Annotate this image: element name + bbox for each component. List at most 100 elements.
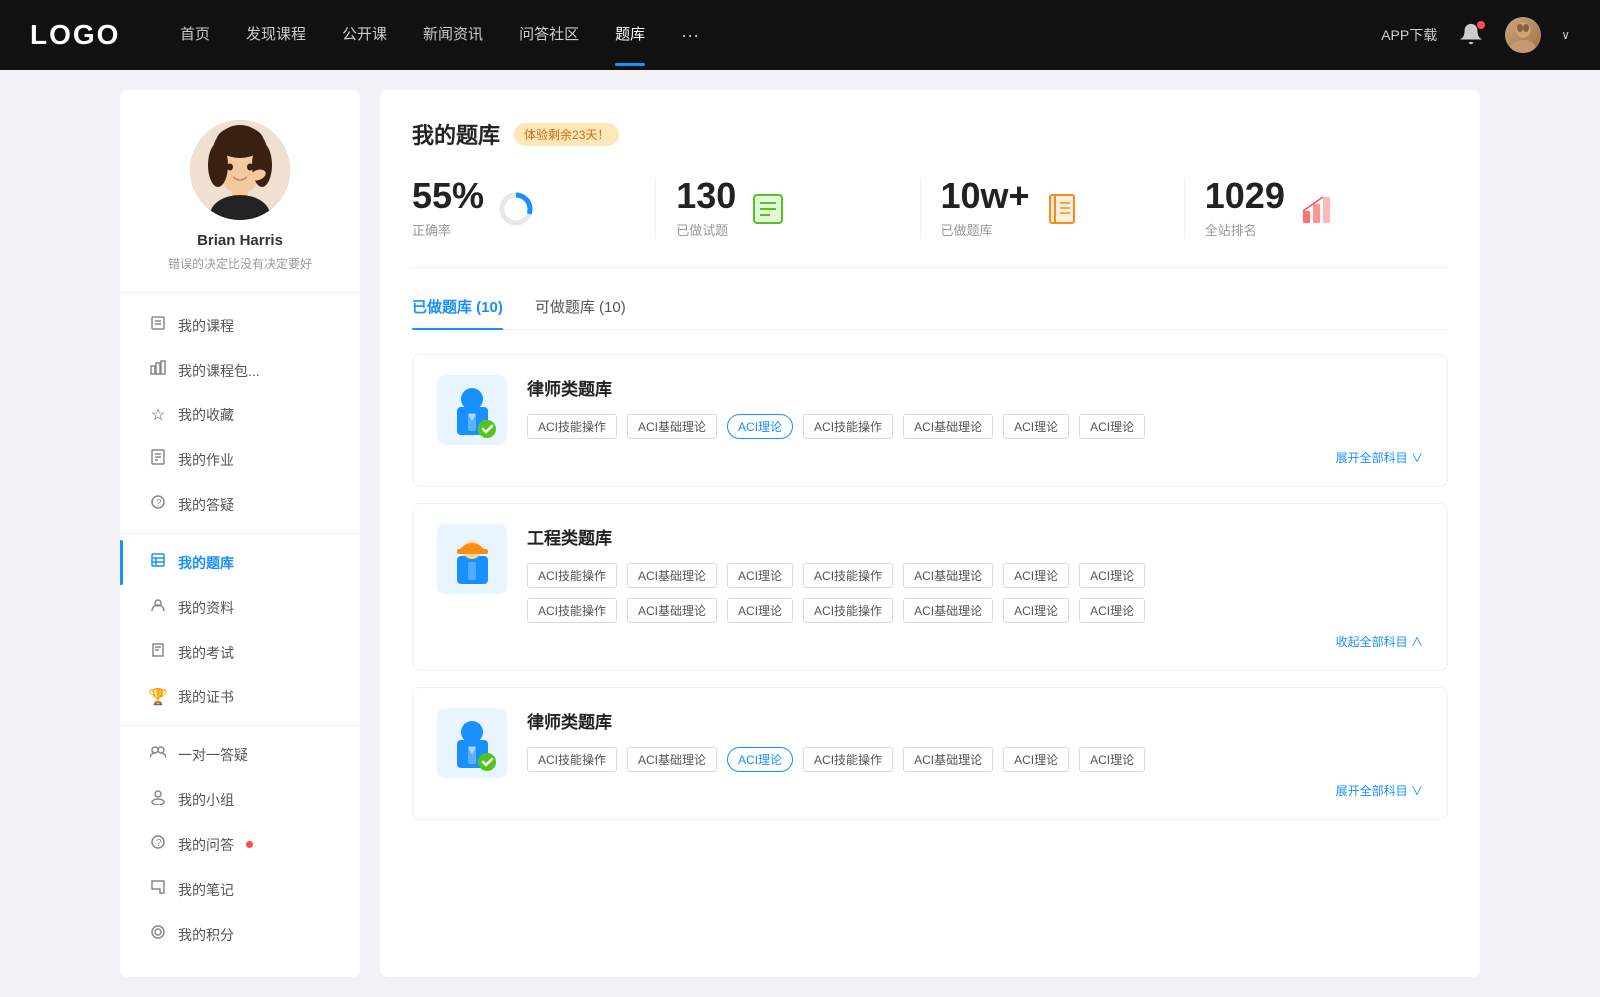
bank-tag[interactable]: ACI基础理论 xyxy=(903,563,993,588)
stat-chart-icon xyxy=(1299,191,1335,227)
sidebar-item-question[interactable]: ? 我的答疑 xyxy=(120,482,360,527)
bank-card-engineering-tags-row1: ACI技能操作 ACI基础理论 ACI理论 ACI技能操作 ACI基础理论 AC… xyxy=(527,563,1423,588)
stat-ranking-info: 1029 全站排名 xyxy=(1205,178,1285,239)
navbar: LOGO 首页 发现课程 公开课 新闻资讯 问答社区 题库 ··· APP下载 xyxy=(0,0,1600,70)
bank-card-engineering-content: 工程类题库 ACI技能操作 ACI基础理论 ACI理论 ACI技能操作 ACI基… xyxy=(527,524,1423,650)
bank-expand-btn-2[interactable]: 展开全部科目 ∨ xyxy=(527,782,1423,799)
sidebar-item-course-package[interactable]: 我的课程包... xyxy=(120,348,360,393)
notification-bell[interactable] xyxy=(1457,21,1485,49)
bank-tag-active[interactable]: ACI理论 xyxy=(727,747,793,772)
menu-divider xyxy=(120,533,360,534)
nav-news[interactable]: 新闻资讯 xyxy=(423,23,483,48)
bank-tag[interactable]: ACI基础理论 xyxy=(627,747,717,772)
bell-badge xyxy=(1477,21,1485,29)
bank-tag[interactable]: ACI理论 xyxy=(1079,598,1145,623)
svg-text:?: ? xyxy=(156,838,162,849)
sidebar-item-homework[interactable]: 我的作业 xyxy=(120,437,360,482)
bank-tag[interactable]: ACI技能操作 xyxy=(527,563,617,588)
bank-tag[interactable]: ACI基础理论 xyxy=(627,598,717,623)
nav-home[interactable]: 首页 xyxy=(180,23,210,48)
bank-tag[interactable]: ACI理论 xyxy=(1079,563,1145,588)
question-icon: ? xyxy=(148,494,168,515)
bank-tag[interactable]: ACI技能操作 xyxy=(527,414,617,439)
bank-tag[interactable]: ACI理论 xyxy=(727,598,793,623)
bank-icon xyxy=(148,552,168,573)
sidebar-item-collection[interactable]: ☆ 我的收藏 xyxy=(120,393,360,437)
one-on-one-icon xyxy=(148,744,168,765)
stat-done-number: 130 xyxy=(676,178,736,214)
bank-card-engineering-title: 工程类题库 xyxy=(527,524,1423,549)
bank-tag[interactable]: ACI理论 xyxy=(1003,563,1069,588)
bank-tag[interactable]: ACI理论 xyxy=(1003,598,1069,623)
lawyer2-icon xyxy=(445,712,500,774)
bank-tag[interactable]: ACI技能操作 xyxy=(803,563,893,588)
stat-accuracy: 55% 正确率 xyxy=(412,178,656,239)
app-download[interactable]: APP下载 xyxy=(1381,25,1437,45)
sidebar-profile: Brian Harris 错误的决定比没有决定要好 xyxy=(120,120,360,293)
bank-tag[interactable]: ACI基础理论 xyxy=(903,414,993,439)
bank-expand-btn[interactable]: 展开全部科目 ∨ xyxy=(527,449,1423,466)
user-motto: 错误的决定比没有决定要好 xyxy=(168,255,312,272)
bank-card-lawyer2-content: 律师类题库 ACI技能操作 ACI基础理论 ACI理论 ACI技能操作 ACI基… xyxy=(527,708,1423,799)
bank-tag[interactable]: ACI理论 xyxy=(1079,414,1145,439)
stats-row: 55% 正确率 130 已做试题 xyxy=(412,178,1448,268)
bank-tag[interactable]: ACI技能操作 xyxy=(803,414,893,439)
stat-banks-label: 已做题库 xyxy=(941,220,1030,239)
nav-qa[interactable]: 问答社区 xyxy=(519,23,579,48)
sidebar-item-group[interactable]: 我的小组 xyxy=(120,777,360,822)
page-wrapper: Brian Harris 错误的决定比没有决定要好 我的课程 我的课程包... … xyxy=(100,70,1500,997)
sidebar-item-profile[interactable]: 我的资料 xyxy=(120,585,360,630)
bank-tag[interactable]: ACI理论 xyxy=(1079,747,1145,772)
lawyer2-icon-wrap xyxy=(437,708,507,778)
qa-badge xyxy=(246,841,253,848)
sidebar-avatar xyxy=(190,120,290,220)
sidebar-item-qa[interactable]: ? 我的问答 xyxy=(120,822,360,867)
menu-divider-2 xyxy=(120,725,360,726)
bank-tag[interactable]: ACI技能操作 xyxy=(803,747,893,772)
notes-icon xyxy=(148,879,168,900)
nav-right: APP下载 ∨ xyxy=(1381,17,1570,53)
nav-more[interactable]: ··· xyxy=(681,25,699,46)
tab-done[interactable]: 已做题库 (10) xyxy=(412,296,503,329)
sidebar-item-cert[interactable]: 🏆 我的证书 xyxy=(120,675,360,719)
bank-tag[interactable]: ACI基础理论 xyxy=(903,598,993,623)
user-chevron[interactable]: ∨ xyxy=(1561,28,1570,42)
sidebar-item-course[interactable]: 我的课程 xyxy=(120,303,360,348)
group-icon xyxy=(148,789,168,810)
tab-todo[interactable]: 可做题库 (10) xyxy=(535,296,626,329)
bank-tag[interactable]: ACI基础理论 xyxy=(627,563,717,588)
logo: LOGO xyxy=(30,19,130,51)
points-icon xyxy=(148,924,168,945)
bank-card-lawyer: 律师类题库 ACI技能操作 ACI基础理论 ACI理论 ACI技能操作 ACI基… xyxy=(412,354,1448,487)
bank-tag[interactable]: ACI基础理论 xyxy=(903,747,993,772)
sidebar-item-notes[interactable]: 我的笔记 xyxy=(120,867,360,912)
sidebar-label: 我的资料 xyxy=(178,598,234,618)
bank-tag[interactable]: ACI技能操作 xyxy=(803,598,893,623)
sidebar-item-one-on-one[interactable]: 一对一答疑 xyxy=(120,732,360,777)
stat-notebook-icon xyxy=(1044,191,1080,227)
bank-tag-active[interactable]: ACI理论 xyxy=(727,414,793,439)
cert-icon: 🏆 xyxy=(148,687,168,707)
bank-tag[interactable]: ACI理论 xyxy=(727,563,793,588)
user-avatar[interactable] xyxy=(1505,17,1541,53)
stat-banks-number: 10w+ xyxy=(941,178,1030,214)
bank-tag[interactable]: ACI基础理论 xyxy=(627,414,717,439)
bank-collapse-btn[interactable]: 收起全部科目 ∧ xyxy=(527,633,1423,650)
bank-tag[interactable]: ACI理论 xyxy=(1003,747,1069,772)
bank-card-lawyer2: 律师类题库 ACI技能操作 ACI基础理论 ACI理论 ACI技能操作 ACI基… xyxy=(412,687,1448,820)
sidebar-item-exam[interactable]: 我的考试 xyxy=(120,630,360,675)
sidebar-label: 我的作业 xyxy=(178,450,234,470)
nav-bank[interactable]: 题库 xyxy=(615,23,645,48)
bank-tag[interactable]: ACI技能操作 xyxy=(527,747,617,772)
bank-tag[interactable]: ACI理论 xyxy=(1003,414,1069,439)
sidebar-item-bank[interactable]: 我的题库 xyxy=(120,540,360,585)
nav-discover[interactable]: 发现课程 xyxy=(246,23,306,48)
nav-open[interactable]: 公开课 xyxy=(342,23,387,48)
bank-tag[interactable]: ACI技能操作 xyxy=(527,598,617,623)
bank-card-lawyer2-tags: ACI技能操作 ACI基础理论 ACI理论 ACI技能操作 ACI基础理论 AC… xyxy=(527,747,1423,772)
avatar-image xyxy=(1505,17,1541,53)
stat-ranking-number: 1029 xyxy=(1205,178,1285,214)
sidebar-item-points[interactable]: 我的积分 xyxy=(120,912,360,957)
bank-card-lawyer-tags: ACI技能操作 ACI基础理论 ACI理论 ACI技能操作 ACI基础理论 AC… xyxy=(527,414,1423,439)
stat-notes-icon xyxy=(750,191,786,227)
